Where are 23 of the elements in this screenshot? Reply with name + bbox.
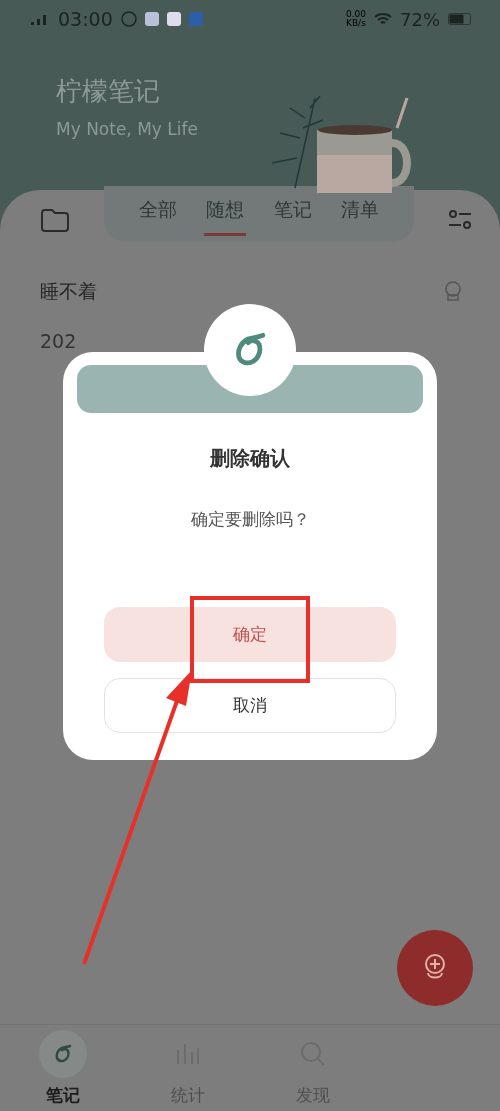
note-title[interactable]: 睡不着 xyxy=(40,279,444,305)
app-notification-icon xyxy=(188,12,203,26)
confirm-button[interactable]: 确定 xyxy=(104,607,396,662)
network-speed: 0.00 KB/s xyxy=(345,10,366,28)
category-tab[interactable]: 随想 xyxy=(204,192,247,236)
filter-settings-icon[interactable] xyxy=(448,209,472,231)
category-tab[interactable]: 全部 xyxy=(136,192,179,236)
nav-tab[interactable]: 笔记 xyxy=(32,1028,93,1108)
folder-icon[interactable] xyxy=(40,207,70,233)
cancel-button[interactable]: 取消 xyxy=(104,678,396,733)
note-date: 202 xyxy=(40,330,77,352)
app-notification-icon xyxy=(166,12,181,26)
wifi-icon xyxy=(374,12,392,26)
notification-icon xyxy=(120,11,137,27)
app-title: 柠檬笔记 xyxy=(56,75,161,108)
dialog-message: 确定要删除吗？ xyxy=(190,508,310,531)
category-tab[interactable]: 笔记 xyxy=(271,192,314,236)
app-slogan: My Note, My Life xyxy=(56,119,198,139)
lightbulb-icon xyxy=(444,281,462,303)
category-tab[interactable]: 清单 xyxy=(339,192,382,236)
dialog-title: 删除确认 xyxy=(210,445,290,472)
app-notification-icon xyxy=(144,12,159,26)
battery-icon xyxy=(448,13,472,25)
